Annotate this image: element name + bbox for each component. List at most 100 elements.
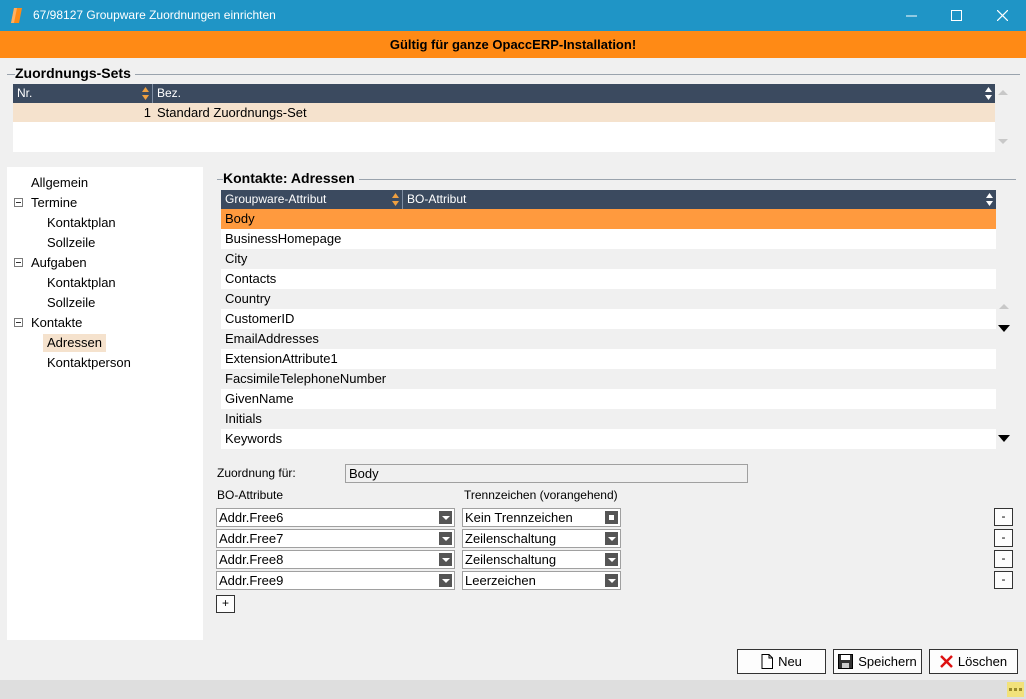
sets-section-line xyxy=(7,74,1020,75)
tree-item-adressen[interactable]: Adressen xyxy=(43,334,106,352)
attr-name: CustomerID xyxy=(225,311,295,326)
chevron-down-icon[interactable] xyxy=(605,553,618,566)
bo-attribute-select[interactable]: Addr.Free8 xyxy=(216,550,455,569)
separator-label: Trennzeichen (vorangehend) xyxy=(464,488,618,502)
separator-value: Kein Trennzeichen xyxy=(465,510,573,525)
tree-item-label: Sollzeile xyxy=(47,235,96,250)
maximize-button[interactable] xyxy=(933,0,979,31)
table-row[interactable]: CustomerID xyxy=(221,309,996,329)
tree-item-kontaktperson[interactable]: Kontaktperson xyxy=(47,354,131,372)
table-row[interactable]: GivenName xyxy=(221,389,996,409)
minimize-button[interactable] xyxy=(888,0,934,31)
attr-name: Initials xyxy=(225,411,262,426)
scroll-down-icon[interactable] xyxy=(998,325,1010,332)
scroll-up-icon[interactable] xyxy=(999,304,1009,309)
add-row-button[interactable]: + xyxy=(216,595,235,613)
sets-grid-header: Nr. Bez. xyxy=(13,84,995,103)
new-button-label: Neu xyxy=(778,654,802,669)
close-button[interactable] xyxy=(979,0,1025,31)
attr-scrollbar[interactable] xyxy=(996,190,1013,449)
tree-item-aufgaben-kontaktplan[interactable]: Kontaktplan xyxy=(47,274,116,292)
save-icon xyxy=(838,654,854,669)
collapse-icon[interactable] xyxy=(14,198,23,207)
table-row[interactable]: FacsimileTelephoneNumber xyxy=(221,369,996,389)
remove-row-button[interactable]: - xyxy=(994,508,1013,526)
table-row[interactable]: ExtensionAttribute1 xyxy=(221,349,996,369)
attr-name: EmailAddresses xyxy=(225,331,319,346)
sort-icon xyxy=(142,87,149,100)
separator-select[interactable]: Kein Trennzeichen xyxy=(462,508,621,527)
table-row[interactable]: City xyxy=(221,249,996,269)
attr-col-groupware[interactable]: Groupware-Attribut xyxy=(221,190,403,209)
attr-col-groupware-label: Groupware-Attribut xyxy=(225,192,327,206)
tree-item-label: Termine xyxy=(31,195,78,210)
table-row[interactable]: Body xyxy=(221,209,996,229)
tree-item-termine-kontaktplan[interactable]: Kontaktplan xyxy=(47,214,116,232)
chevron-down-icon[interactable] xyxy=(439,553,452,566)
tree-item-kontakte[interactable]: Kontakte xyxy=(31,314,82,332)
bo-attribute-select[interactable]: Addr.Free6 xyxy=(216,508,455,527)
chevron-down-icon[interactable] xyxy=(439,574,452,587)
collapse-icon[interactable] xyxy=(14,318,23,327)
status-bar xyxy=(0,680,1026,699)
separator-value: Zeilenschaltung xyxy=(465,552,557,567)
table-row[interactable]: Country xyxy=(221,289,996,309)
tree-item-allgemein[interactable]: Allgemein xyxy=(31,174,88,192)
bo-attribute-value: Addr.Free6 xyxy=(219,510,284,525)
sort-icon xyxy=(985,87,992,100)
scroll-down-icon[interactable] xyxy=(998,139,1008,144)
table-row[interactable]: 1 Standard Zuordnungs-Set xyxy=(13,103,995,122)
new-document-icon xyxy=(761,654,774,669)
tree-item-label: Kontaktplan xyxy=(47,275,116,290)
chevron-down-icon[interactable] xyxy=(605,532,618,545)
bo-attribute-label: BO-Attribute xyxy=(217,488,284,502)
bo-attribute-select[interactable]: Addr.Free9 xyxy=(216,571,455,590)
chevron-down-icon[interactable] xyxy=(605,574,618,587)
sets-col-nr-label: Nr. xyxy=(17,86,33,100)
separator-select[interactable]: Leerzeichen xyxy=(462,571,621,590)
dropdown-icon[interactable] xyxy=(605,511,618,524)
tree-item-label: Kontaktplan xyxy=(47,215,116,230)
scroll-up-icon[interactable] xyxy=(998,90,1008,95)
table-row[interactable]: BusinessHomepage xyxy=(221,229,996,249)
remove-row-button[interactable]: - xyxy=(994,571,1013,589)
table-row[interactable]: Keywords xyxy=(221,429,996,449)
separator-value: Leerzeichen xyxy=(465,573,536,588)
separator-select[interactable]: Zeilenschaltung xyxy=(462,529,621,548)
separator-select[interactable]: Zeilenschaltung xyxy=(462,550,621,569)
remove-row-button[interactable]: - xyxy=(994,550,1013,568)
table-row[interactable]: Initials xyxy=(221,409,996,429)
tree-item-label: Adressen xyxy=(47,335,102,350)
resize-grip-icon[interactable] xyxy=(1007,682,1024,697)
table-row[interactable]: Contacts xyxy=(221,269,996,289)
mapping-for-value: Body xyxy=(349,466,379,481)
tree-item-termine-sollzeile[interactable]: Sollzeile xyxy=(47,234,95,252)
app-icon xyxy=(11,8,22,23)
chevron-down-icon[interactable] xyxy=(439,511,452,524)
scroll-end-icon[interactable] xyxy=(998,435,1010,442)
set-bez: Standard Zuordnungs-Set xyxy=(157,105,307,120)
tree-item-label: Kontaktperson xyxy=(47,355,131,370)
remove-row-button[interactable]: - xyxy=(994,529,1013,547)
table-row[interactable]: EmailAddresses xyxy=(221,329,996,349)
chevron-down-icon[interactable] xyxy=(439,532,452,545)
tree-item-aufgaben-sollzeile[interactable]: Sollzeile xyxy=(47,294,95,312)
bo-attribute-select[interactable]: Addr.Free7 xyxy=(216,529,455,548)
installation-banner: Gültig für ganze OpaccERP-Installation! xyxy=(0,31,1026,58)
tree-item-termine[interactable]: Termine xyxy=(31,194,77,212)
sets-col-bez[interactable]: Bez. xyxy=(153,84,995,103)
attr-name: Country xyxy=(225,291,271,306)
attr-col-bo[interactable]: BO-Attribut xyxy=(403,190,996,209)
delete-button[interactable]: Löschen xyxy=(929,649,1018,674)
attr-name: ExtensionAttribute1 xyxy=(225,351,338,366)
new-button[interactable]: Neu xyxy=(737,649,826,674)
title-bar: 67/98127 Groupware Zuordnungen einrichte… xyxy=(0,0,1026,31)
sets-scrollbar[interactable] xyxy=(995,84,1012,152)
contacts-section-title: Kontakte: Adressen xyxy=(223,170,359,186)
tree-item-label: Kontakte xyxy=(31,315,83,330)
collapse-icon[interactable] xyxy=(14,258,23,267)
sets-col-nr[interactable]: Nr. xyxy=(13,84,153,103)
mapping-for-field: Body xyxy=(345,464,748,483)
save-button[interactable]: Speichern xyxy=(833,649,922,674)
tree-item-aufgaben[interactable]: Aufgaben xyxy=(31,254,87,272)
